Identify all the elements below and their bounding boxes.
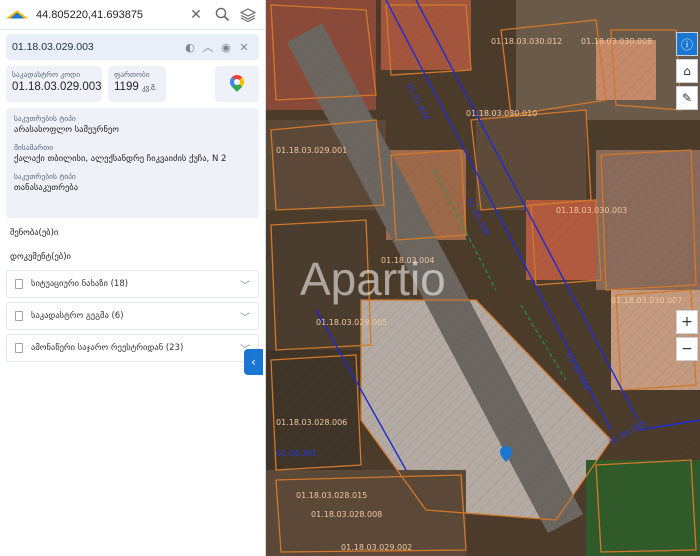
property-value: თანასაკუთრება [14,183,79,193]
parcel-label: 01.18.03.030.012 [491,37,562,46]
ownership-value: არასასოფლო სამეურნეო [14,125,119,135]
parcel-label: 01.18.03.029.001 [276,146,347,155]
area-card: ფართობი 1199 კვ.მ. [108,66,166,102]
documents-accordion: სიტუაციური ნახაზი (18) ﹀ საკადასტრო გეგმ… [6,270,259,362]
info-tool-icon[interactable]: ⓘ [676,32,698,56]
watermark: Apartio [300,253,446,305]
clear-icon[interactable]: ✕ [185,4,207,26]
buildings-heading: შენობა(ებ)ი [10,228,59,238]
cadastral-card: საკადასტრო კოდი 01.18.03.029.003 [6,66,102,102]
search-icon[interactable] [211,4,233,26]
google-maps-button[interactable] [215,66,259,102]
parcel-label: 01.18.03.030.007 [611,296,682,305]
accordion-label: სიტუაციური ნახაზი (18) [31,279,129,289]
parcel-label: 01.18.03.029.002 [341,543,412,552]
parcel-label: 01.18.03.030.010 [466,109,537,118]
area-value: 1199 [114,81,139,93]
accordion-item-registry-extract[interactable]: ამონაწერი საჯარო რეესტრიდან (23) ﹀ [6,334,259,362]
road-label: 01.00.381 [276,449,317,458]
chevron-down-icon: ﹀ [240,280,250,292]
measure-icon[interactable]: ✎ [676,86,698,110]
ownership-label: საკუთრების ტიპი [14,114,76,123]
layers-icon[interactable] [237,4,259,26]
close-icon[interactable]: ✕ [235,41,253,54]
collapse-panel-button[interactable]: ‹ [244,349,263,375]
search-bar: 44.805220,41.693875 ✕ [0,0,265,30]
area-unit: კვ.მ. [141,85,157,92]
parcel-label: 01.18.03.030.003 [556,206,627,215]
address-value: ქალაქი თბილისი, ალექსანდრე ჩიკვაიძის ქუჩ… [14,154,227,164]
address-label: მისამართი [14,143,54,152]
accordion-label: ამონაწერი საჯარო რეესტრიდან (23) [31,343,184,353]
document-icon [15,311,23,321]
zoom-out-button[interactable]: − [676,337,698,361]
documents-heading: დოკუმენტ(ებ)ი [10,252,71,262]
map-pin-icon [227,72,247,93]
info-panel: 44.805220,41.693875 ✕ 01.18.03.029.003 ◐… [0,0,266,556]
document-icon [15,343,23,353]
parcel-label: 01.18.03.028.006 [276,418,347,427]
parcel-label: 01.18.03.030.008 [581,37,652,46]
property-label: საკუთრების ტიპი [14,172,76,181]
cadastral-value: 01.18.03.029.003 [12,81,102,93]
zoom-in-button[interactable]: + [676,310,698,334]
parcel-header: 01.18.03.029.003 ◐ ︿ ◉ ✕ [6,34,259,60]
parcel-label: 01.18.03.028.008 [311,510,382,519]
document-icon [15,279,23,289]
accordion-label: საკადასტრო გეგმა (6) [31,311,124,321]
chevron-down-icon: ﹀ [240,312,250,324]
accordion-item-cadastral-plan[interactable]: საკადასტრო გეგმა (6) ﹀ [6,302,259,330]
palette-icon[interactable]: ◐ [181,41,199,54]
parcel-label: 01.18.03.028.015 [296,491,367,500]
parcel-details: საკუთრების ტიპი არასასოფლო სამეურნეო მის… [6,108,259,218]
cadastral-label: საკადასტრო კოდი [12,70,81,79]
coords-input[interactable]: 44.805220,41.693875 [36,9,181,21]
parcel-label: 01.18.03.029.005 [316,318,387,327]
app-logo [6,8,28,22]
eye-icon[interactable]: ◉ [217,41,235,54]
accordion-item-situational-plan[interactable]: სიტუაციური ნახაზი (18) ﹀ [6,270,259,298]
parcel-code: 01.18.03.029.003 [12,41,94,53]
chevron-up-icon[interactable]: ︿ [199,39,217,55]
compass-icon[interactable]: ⌂ [676,59,698,83]
area-label: ფართობი [114,70,150,79]
